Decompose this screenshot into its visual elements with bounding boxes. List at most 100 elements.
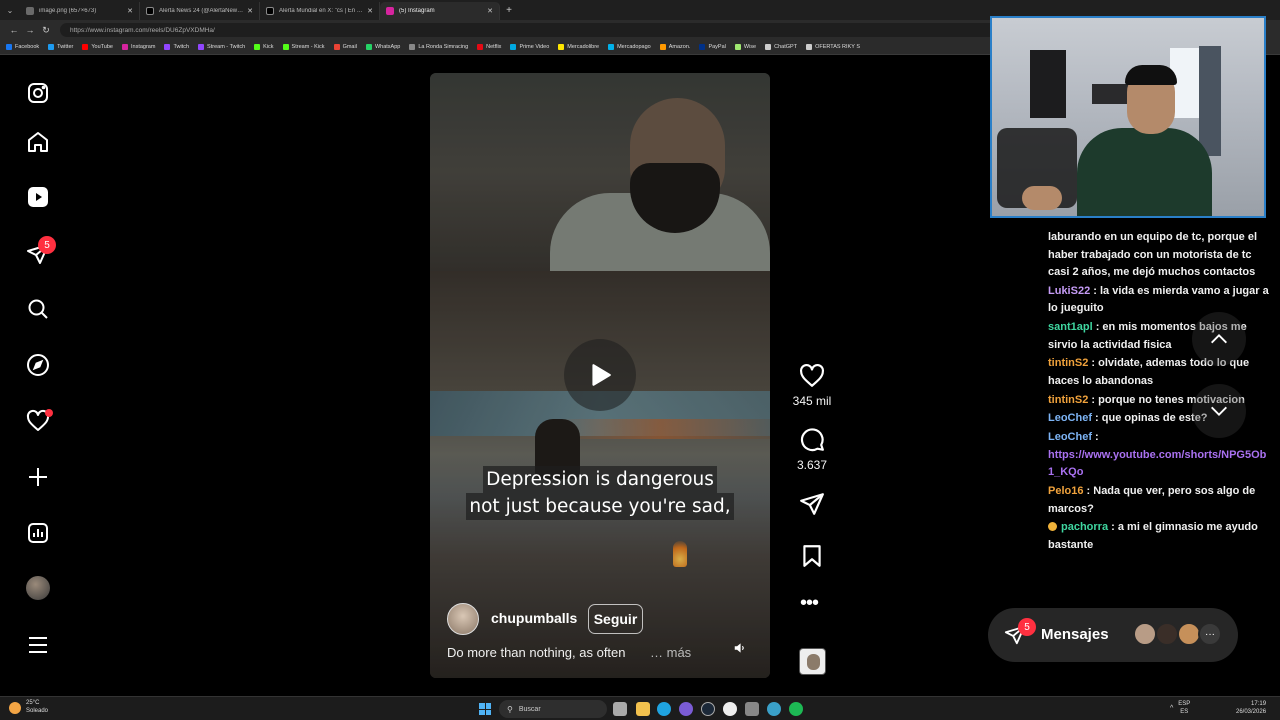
weather-widget[interactable]: 25°C Soleado bbox=[9, 700, 48, 715]
more-options-icon[interactable]: ••• bbox=[800, 593, 819, 613]
chat-username[interactable]: tintinS2 bbox=[1048, 357, 1088, 369]
chat-username[interactable]: Pelo16 bbox=[1048, 485, 1083, 497]
volume-icon[interactable] bbox=[731, 639, 749, 657]
bookmark-label: Twitter bbox=[57, 44, 74, 50]
chat-username[interactable]: LeoChef bbox=[1048, 412, 1092, 424]
bookmark-label: ChatGPT bbox=[774, 44, 798, 50]
file-explorer-icon[interactable] bbox=[636, 702, 650, 716]
bookmark-item[interactable]: Prime Video bbox=[510, 44, 549, 50]
messages-button[interactable]: 5 Mensajes ··· bbox=[988, 608, 1238, 662]
webcam-person-cap bbox=[1125, 65, 1177, 85]
bookmark-item[interactable]: Facebook bbox=[6, 44, 39, 50]
bookmark-item[interactable]: YouTube bbox=[82, 44, 113, 50]
audio-thumbnail[interactable] bbox=[799, 648, 826, 675]
browser-tab-active[interactable]: (5) Instagram ✕ bbox=[380, 2, 500, 20]
save-bookmark-icon[interactable] bbox=[798, 542, 826, 570]
close-tab-icon[interactable]: ✕ bbox=[367, 7, 373, 15]
scroll-up-icon[interactable] bbox=[1192, 312, 1246, 366]
bookmark-favicon bbox=[198, 44, 205, 50]
bookmark-item[interactable]: OFERTAS RIKY S bbox=[806, 44, 860, 50]
forward-icon[interactable]: → bbox=[22, 25, 38, 35]
chat-link[interactable]: https://www.youtube.com/shorts/NPG5Ob1_K… bbox=[1048, 449, 1266, 479]
bookmark-item[interactable]: Twitch bbox=[164, 44, 189, 50]
dashboard-icon[interactable] bbox=[25, 520, 51, 546]
bookmark-item[interactable]: WhatsApp bbox=[365, 44, 400, 50]
close-tab-icon[interactable]: ✕ bbox=[247, 7, 253, 15]
reels-icon[interactable] bbox=[25, 184, 51, 210]
app-icon[interactable] bbox=[679, 702, 693, 716]
profile-avatar[interactable] bbox=[26, 576, 50, 600]
messages-badge: 5 bbox=[38, 236, 56, 254]
back-icon[interactable]: ← bbox=[6, 25, 22, 35]
bookmark-label: Stream - Kick bbox=[291, 44, 325, 50]
caption-more-link[interactable]: … más bbox=[650, 645, 691, 660]
chat-username[interactable]: sant1apl bbox=[1048, 321, 1093, 333]
spotify-icon[interactable] bbox=[789, 702, 803, 716]
explore-icon[interactable] bbox=[25, 352, 51, 378]
search-icon[interactable] bbox=[25, 296, 51, 322]
create-plus-icon[interactable] bbox=[25, 464, 51, 490]
bookmark-label: Gmail bbox=[342, 44, 357, 50]
browser-tab[interactable]: Alerta Mundial en X: "cs | En unas…✕ bbox=[260, 2, 380, 20]
steam-icon[interactable] bbox=[701, 702, 715, 716]
windows-start-icon[interactable] bbox=[479, 703, 491, 715]
browser-tab[interactable]: image.png (657×673) ✕ bbox=[20, 2, 140, 20]
chat-username[interactable]: LukiS22 bbox=[1048, 285, 1090, 297]
language-indicator[interactable]: ESP ES bbox=[1178, 701, 1190, 716]
weather-condition: Soleado bbox=[26, 707, 49, 714]
menu-icon[interactable] bbox=[25, 632, 51, 658]
chat-message: LukiS22 : la vida es mierda vamo a jugar… bbox=[1048, 283, 1270, 318]
bookmark-item[interactable]: Mercadopago bbox=[608, 44, 651, 50]
app-icon[interactable] bbox=[767, 702, 781, 716]
tab-title: (5) Instagram bbox=[399, 8, 435, 14]
bookmark-item[interactable]: PayPal bbox=[699, 44, 726, 50]
chat-username[interactable]: pachorra bbox=[1061, 521, 1108, 533]
like-heart-icon[interactable] bbox=[798, 362, 826, 390]
close-tab-icon[interactable]: ✕ bbox=[127, 7, 133, 15]
bookmark-item[interactable]: La Ronda Simracing bbox=[409, 44, 468, 50]
bookmark-item[interactable]: Mercadolibre bbox=[558, 44, 599, 50]
chat-separator: : bbox=[1092, 431, 1099, 444]
new-tab-icon[interactable]: + bbox=[500, 5, 518, 16]
task-view-icon[interactable] bbox=[613, 702, 627, 716]
author-avatar[interactable] bbox=[447, 603, 479, 635]
bookmark-item[interactable]: Kick bbox=[254, 44, 274, 50]
bookmark-item[interactable]: Amazon. bbox=[659, 44, 690, 50]
app-icon[interactable] bbox=[745, 702, 759, 716]
tab-list-icon[interactable]: ⌄ bbox=[0, 0, 20, 20]
play-button[interactable] bbox=[564, 339, 636, 411]
chat-username[interactable]: tintinS2 bbox=[1048, 394, 1088, 406]
url-field[interactable]: https://www.instagram.com/reels/DU6ZpVXD… bbox=[60, 23, 1000, 37]
system-clock[interactable]: 17:19 26/03/2026 bbox=[1236, 701, 1266, 716]
reload-icon[interactable]: ↻ bbox=[38, 25, 54, 36]
bookmark-item[interactable]: Stream - Kick bbox=[282, 44, 325, 50]
bookmark-item[interactable]: Wise bbox=[734, 44, 756, 50]
bookmark-item[interactable]: Netflix bbox=[477, 44, 501, 50]
follow-button[interactable]: Seguir bbox=[588, 604, 643, 634]
chevron-up-icon[interactable]: ^ bbox=[1170, 705, 1173, 712]
comment-icon[interactable] bbox=[798, 426, 826, 454]
chat-message: tintinS2 : olvidate, ademas todo lo que … bbox=[1048, 355, 1270, 390]
bookmark-item[interactable]: Gmail bbox=[333, 44, 357, 50]
close-tab-icon[interactable]: ✕ bbox=[487, 7, 493, 15]
author-name[interactable]: chupumballs bbox=[491, 610, 577, 626]
bookmark-item[interactable]: ChatGPT bbox=[765, 44, 797, 50]
bookmark-item[interactable]: Instagram bbox=[121, 44, 155, 50]
taskbar-search[interactable]: ⚲ Buscar bbox=[499, 700, 607, 718]
share-icon[interactable] bbox=[798, 490, 826, 518]
bookmark-item[interactable]: Stream - Twitch bbox=[198, 44, 245, 50]
bookmark-label: Netflix bbox=[486, 44, 502, 50]
scroll-down-icon[interactable] bbox=[1192, 384, 1246, 438]
search-label: Buscar bbox=[518, 705, 541, 713]
chat-username[interactable]: LeoChef bbox=[1048, 431, 1092, 443]
instagram-logo-icon[interactable] bbox=[25, 80, 51, 106]
more-contacts-icon: ··· bbox=[1198, 622, 1222, 646]
chrome-icon[interactable] bbox=[723, 702, 737, 716]
windows-taskbar: 25°C Soleado ⚲ Buscar ^ ESP ES 17:19 26/0… bbox=[0, 696, 1280, 720]
home-icon[interactable] bbox=[25, 129, 51, 155]
bookmark-label: PayPal bbox=[708, 44, 726, 50]
browser-tab[interactable]: Alerta News 24 (@AlertaNews24) / X✕ bbox=[140, 2, 260, 20]
bookmark-item[interactable]: Twitter bbox=[48, 44, 73, 50]
edge-icon[interactable] bbox=[657, 702, 671, 716]
bookmark-favicon bbox=[558, 44, 565, 50]
